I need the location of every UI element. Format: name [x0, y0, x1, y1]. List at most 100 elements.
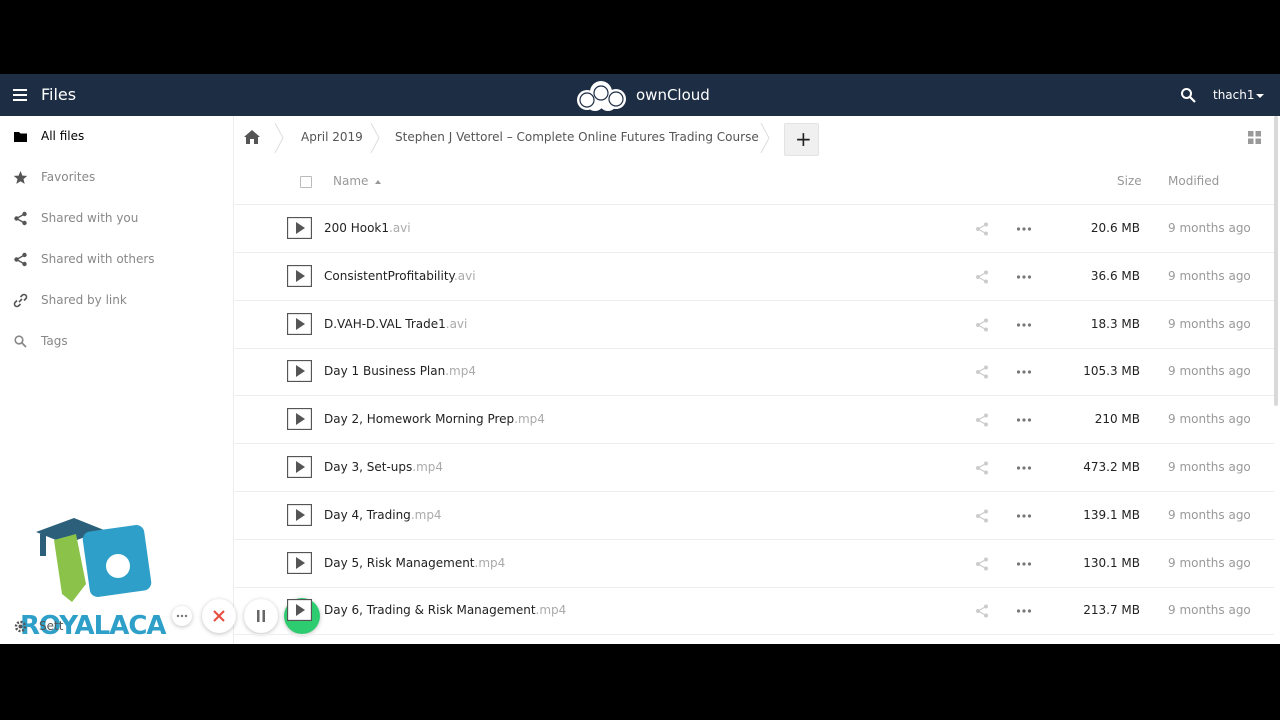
share-icon[interactable] — [975, 318, 989, 332]
share-icon — [14, 252, 27, 267]
user-menu[interactable]: thach1 — [1213, 88, 1255, 102]
breadcrumb-separator — [274, 123, 284, 153]
file-name[interactable]: Day 1 Business Plan.mp4 — [324, 364, 476, 378]
table-row[interactable]: Day 4, Trading.mp4 139.1 MB 9 months ago — [234, 492, 1274, 540]
share-icon[interactable] — [975, 509, 989, 523]
sidebar-item-shared-with-others[interactable]: Shared with others — [0, 239, 233, 279]
column-name[interactable]: Name — [333, 174, 368, 188]
file-modified: 9 months ago — [1168, 460, 1251, 474]
sidebar-item-label: All files — [41, 129, 85, 143]
file-extension: .mp4 — [535, 603, 567, 618]
share-icon[interactable] — [975, 604, 989, 618]
file-size: 20.6 MB — [1090, 221, 1140, 235]
plus-icon: + — [795, 127, 812, 151]
file-extension: .mp4 — [410, 507, 442, 522]
ellipsis-icon[interactable] — [1016, 322, 1032, 327]
ellipsis-icon[interactable] — [1016, 514, 1032, 518]
file-extension: .avi — [453, 268, 476, 283]
file-size: 36.6 MB — [1090, 268, 1140, 283]
owncloud-logo[interactable]: ownCloud — [573, 78, 713, 112]
ellipsis-icon[interactable] — [1016, 466, 1032, 470]
file-modified: 9 months ago — [1168, 221, 1251, 235]
select-all-checkbox[interactable] — [300, 176, 312, 188]
file-size: 105.3 MB — [1083, 364, 1140, 379]
grid-view-icon[interactable] — [1248, 131, 1261, 144]
share-icon[interactable] — [975, 365, 989, 379]
cancel-button[interactable] — [202, 599, 236, 633]
video-file-icon — [287, 217, 312, 239]
file-name[interactable]: Day 3, Set-ups.mp4 — [324, 460, 443, 474]
scrollbar[interactable] — [1274, 116, 1278, 406]
file-basename: Day 2, Homework Morning Prep — [324, 412, 515, 427]
column-size[interactable]: Size — [1117, 174, 1142, 188]
sidebar-item-label: Tags — [41, 334, 68, 348]
home-icon[interactable] — [244, 130, 260, 144]
share-icon[interactable] — [975, 461, 989, 475]
ellipsis-icon — [176, 614, 188, 618]
table-row[interactable]: Day 5, Risk Management.mp4 130.1 MB 9 mont… — [234, 540, 1274, 588]
share-icon[interactable] — [975, 222, 989, 236]
column-modified[interactable]: Modified — [1168, 174, 1219, 188]
ellipsis-icon[interactable] — [1016, 275, 1032, 279]
close-icon — [213, 610, 225, 622]
hamburger-menu-icon[interactable] — [13, 89, 27, 101]
ellipsis-icon[interactable] — [1016, 370, 1032, 374]
table-row[interactable]: Day 1 Business Plan.mp4 105.3 MB 9 months … — [234, 348, 1274, 397]
ellipsis-icon[interactable] — [1016, 609, 1032, 613]
breadcrumb-item[interactable]: April 2019 — [301, 130, 363, 144]
sidebar-item-favorites[interactable]: Favorites — [0, 157, 233, 197]
search-icon[interactable] — [1180, 87, 1196, 103]
caret-down-icon[interactable] — [1256, 94, 1264, 98]
search-icon — [14, 335, 27, 348]
file-name[interactable]: Day 5, Risk Management.mp4 — [324, 556, 505, 570]
file-modified: 9 months ago — [1168, 412, 1251, 427]
sidebar-item-all-files[interactable]: All files — [0, 116, 233, 156]
star-icon — [13, 171, 28, 184]
file-name[interactable]: Day 4, Trading.mp4 — [324, 508, 442, 522]
ellipsis-icon[interactable] — [1016, 227, 1032, 231]
ellipsis-icon[interactable] — [1016, 418, 1032, 422]
sidebar-item-shared-with-you[interactable]: Shared with you — [0, 198, 233, 238]
sidebar-item-tags[interactable]: Tags — [0, 321, 233, 361]
file-basename: Day 3, Set-ups — [324, 460, 413, 474]
share-icon[interactable] — [975, 557, 989, 571]
table-row[interactable]: Day 3, Set-ups.mp4 473.2 MB 9 months ago — [234, 444, 1274, 492]
sidebar: All files Favorites Shared with you Shar… — [0, 116, 234, 644]
brand-name: ownCloud — [636, 86, 710, 104]
more-options-button[interactable] — [172, 606, 192, 626]
share-icon[interactable] — [975, 413, 989, 427]
file-name[interactable]: ConsistentProfitability.avi — [324, 269, 476, 283]
sidebar-item-label: Shared by link — [41, 293, 127, 307]
file-basename: Day 6, Trading & Risk Management — [324, 603, 536, 618]
share-icon[interactable] — [975, 270, 989, 284]
gear-icon — [14, 620, 27, 633]
table-row[interactable]: 200 Hook1.avi 20.6 MB 9 months ago — [234, 205, 1274, 253]
sidebar-item-shared-by-link[interactable]: Shared by link — [0, 280, 233, 320]
link-icon — [13, 293, 28, 308]
video-file-icon — [287, 264, 312, 287]
file-name[interactable]: Day 2, Homework Morning Prep.mp4 — [324, 412, 545, 426]
file-extension: .mp4 — [445, 364, 476, 379]
table-row[interactable]: ConsistentProfitability.avi 36.6 MB 9 mont… — [234, 253, 1274, 301]
file-list: 200 Hook1.avi 20.6 MB 9 months ago Consiste… — [234, 205, 1274, 644]
top-header: Files ownCloud thach1 — [0, 74, 1280, 116]
file-modified: 9 months ago — [1168, 603, 1251, 618]
file-name[interactable]: D.VAH-D.VAL Trade1.avi — [324, 317, 467, 331]
video-file-icon — [287, 408, 312, 431]
file-size: 473.2 MB — [1083, 460, 1140, 474]
folder-icon — [14, 132, 27, 142]
breadcrumb-item-current[interactable]: Stephen J Vettorel – Complete Online Fut… — [395, 130, 759, 144]
table-row[interactable]: D.VAH-D.VAL Trade1.avi 18.3 MB 9 months ag… — [234, 301, 1274, 349]
table-row[interactable]: Day 2, Homework Morning Prep.mp4 210 MB 9 … — [234, 396, 1274, 445]
breadcrumb: April 2019 Stephen J Vettorel – Complete… — [234, 116, 1280, 160]
app-title[interactable]: Files — [41, 85, 76, 104]
file-browser: April 2019 Stephen J Vettorel – Complete… — [234, 116, 1280, 644]
file-name[interactable]: 200 Hook1.avi — [324, 221, 411, 235]
new-file-button[interactable]: + — [784, 123, 819, 156]
file-extension: .mp4 — [412, 460, 444, 474]
table-row[interactable]: Day 6, Trading & Risk Management.mp4 213.… — [234, 587, 1274, 636]
sort-ascending-icon[interactable] — [375, 180, 381, 184]
file-extension: .avi — [389, 221, 411, 235]
file-name[interactable]: Day 6, Trading & Risk Management.mp4 — [324, 603, 566, 617]
ellipsis-icon[interactable] — [1016, 561, 1032, 566]
